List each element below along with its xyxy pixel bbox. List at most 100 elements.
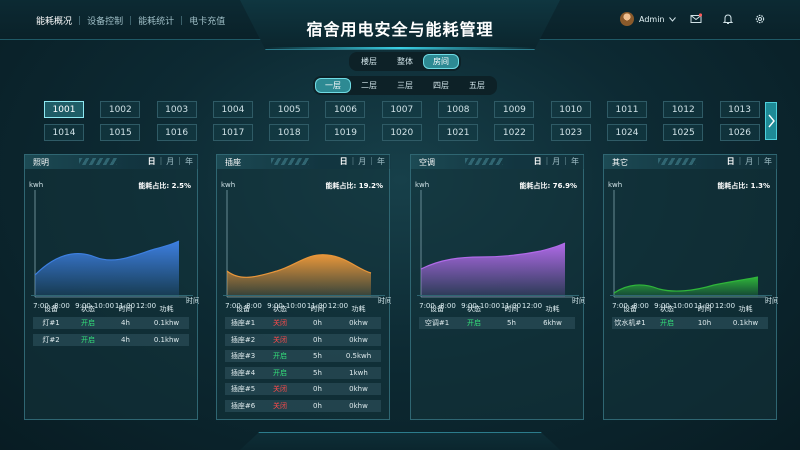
nav-item-overview[interactable]: 能耗概况 bbox=[36, 14, 78, 27]
room-button[interactable]: 1023 bbox=[550, 124, 591, 141]
period-separator: | bbox=[757, 156, 760, 165]
table-row: 插座#6 关闭 0h 0khw bbox=[225, 399, 381, 412]
period-month[interactable]: 月 bbox=[550, 156, 562, 167]
tab-whole[interactable]: 整体 bbox=[387, 54, 423, 69]
device-name: 插座#6 bbox=[230, 401, 256, 410]
tab-floor-5[interactable]: 五层 bbox=[459, 78, 495, 93]
main-nav: 能耗概况 | 设备控制 | 能耗统计 | 电卡充值 bbox=[36, 14, 231, 28]
next-rooms-button[interactable] bbox=[765, 102, 777, 140]
status-badge: 开启 bbox=[467, 319, 481, 327]
header-stripes bbox=[658, 158, 696, 165]
room-button[interactable]: 1002 bbox=[100, 101, 141, 118]
room-button[interactable]: 1006 bbox=[325, 101, 366, 118]
chevron-down-icon bbox=[668, 16, 676, 22]
duration-value: 0h bbox=[313, 401, 322, 410]
energy-panel: 其它 日 | 月 | 年 kwh 能耗占比: 1.3% 7:00 8:00 9:… bbox=[603, 154, 778, 420]
energy-area-chart: 7:00 8:00 9:00 10:00 11:00 12:00 时间 bbox=[33, 190, 199, 310]
room-button[interactable]: 1025 bbox=[663, 124, 704, 141]
nav-item-device-control[interactable]: 设备控制 bbox=[81, 14, 129, 27]
user-name: Admin bbox=[639, 14, 665, 24]
period-separator: | bbox=[564, 156, 567, 165]
avatar[interactable] bbox=[620, 12, 634, 26]
room-button[interactable]: 1004 bbox=[212, 101, 253, 118]
room-button[interactable]: 1007 bbox=[381, 101, 422, 118]
gear-icon[interactable] bbox=[754, 13, 766, 25]
room-button[interactable]: 1012 bbox=[663, 101, 704, 118]
period-year[interactable]: 年 bbox=[183, 156, 195, 167]
mail-icon[interactable] bbox=[690, 13, 702, 25]
room-button[interactable]: 1022 bbox=[494, 124, 535, 141]
room-button[interactable]: 1009 bbox=[494, 101, 535, 118]
period-day[interactable]: 日 bbox=[725, 156, 737, 167]
period-year[interactable]: 年 bbox=[375, 156, 387, 167]
period-year[interactable]: 年 bbox=[762, 156, 774, 167]
room-button[interactable]: 1003 bbox=[156, 101, 197, 118]
period-day[interactable]: 日 bbox=[532, 156, 544, 167]
floor-tabs: 一层 二层 三层 四层 五层 bbox=[313, 76, 497, 95]
period-month[interactable]: 月 bbox=[164, 156, 176, 167]
status-badge: 关闭 bbox=[273, 335, 287, 344]
room-button[interactable]: 1020 bbox=[381, 124, 422, 141]
room-button[interactable]: 1017 bbox=[212, 124, 253, 141]
power-value: 0.5kwh bbox=[345, 352, 372, 360]
power-value: 0khw bbox=[349, 401, 368, 410]
power-value: 0.1khw bbox=[153, 319, 180, 327]
tab-floor-3[interactable]: 三层 bbox=[387, 78, 423, 93]
duration-value: 0h bbox=[313, 385, 322, 393]
room-button[interactable]: 1001 bbox=[44, 101, 84, 118]
power-value: 0.1khw bbox=[732, 319, 759, 327]
chevron-right-icon bbox=[767, 114, 775, 128]
period-day[interactable]: 日 bbox=[338, 156, 350, 167]
duration-value: 0h bbox=[313, 335, 322, 344]
column-header: 状态 bbox=[273, 305, 287, 313]
room-button[interactable]: 1008 bbox=[438, 101, 479, 118]
room-button[interactable]: 1005 bbox=[269, 101, 310, 118]
tab-floor-2[interactable]: 二层 bbox=[351, 78, 387, 93]
period-day[interactable]: 日 bbox=[146, 156, 158, 167]
room-button[interactable]: 1011 bbox=[606, 101, 647, 118]
header-stripes bbox=[79, 158, 117, 165]
room-button[interactable]: 1019 bbox=[325, 124, 366, 141]
device-name: 灯#2 bbox=[42, 335, 60, 344]
period-year[interactable]: 年 bbox=[569, 156, 581, 167]
room-button[interactable]: 1010 bbox=[550, 101, 591, 118]
divider bbox=[610, 295, 772, 296]
column-header: 时间 bbox=[310, 305, 325, 313]
status-badge: 开启 bbox=[81, 319, 95, 327]
duration-value: 4h bbox=[121, 319, 130, 327]
user-menu[interactable]: Admin bbox=[620, 12, 676, 26]
header-stripes bbox=[465, 158, 503, 165]
nav-item-card-recharge[interactable]: 电卡充值 bbox=[183, 14, 231, 27]
period-month[interactable]: 月 bbox=[356, 156, 368, 167]
view-tabs: 楼层 整体 房间 bbox=[349, 52, 461, 71]
panel-title: 空调 bbox=[419, 158, 435, 167]
tab-floor-1[interactable]: 一层 bbox=[315, 78, 351, 93]
tab-floor-4[interactable]: 四层 bbox=[423, 78, 459, 93]
duration-value: 5h bbox=[313, 352, 322, 360]
room-button[interactable]: 1014 bbox=[44, 124, 84, 141]
table-row: 饮水机#1 开启 10h 0.1khw bbox=[612, 317, 768, 329]
duration-value: 0h bbox=[313, 319, 322, 327]
table-header: 设备 状态 时间 功耗 bbox=[419, 304, 575, 314]
nav-item-statistics[interactable]: 能耗统计 bbox=[132, 14, 180, 27]
period-separator: | bbox=[178, 156, 181, 165]
room-button[interactable]: 1018 bbox=[269, 124, 310, 141]
energy-area-chart: 7:00 8:00 9:00 10:00 11:00 12:00 时间 bbox=[225, 190, 391, 310]
room-button[interactable]: 1016 bbox=[156, 124, 197, 141]
room-button[interactable]: 1015 bbox=[100, 124, 141, 141]
period-month[interactable]: 月 bbox=[743, 156, 755, 167]
tab-floor[interactable]: 楼层 bbox=[351, 54, 387, 69]
room-button[interactable]: 1026 bbox=[719, 124, 760, 141]
bell-icon[interactable] bbox=[722, 13, 734, 25]
bottom-decoration bbox=[240, 432, 560, 450]
area-series bbox=[35, 241, 179, 297]
tab-room[interactable]: 房间 bbox=[423, 54, 459, 69]
room-button[interactable]: 1013 bbox=[719, 101, 760, 118]
period-switch: 日 | 月 | 年 bbox=[146, 156, 195, 167]
room-button[interactable]: 1024 bbox=[606, 124, 647, 141]
period-switch: 日 | 月 | 年 bbox=[338, 156, 387, 167]
table-header: 设备 状态 时间 功耗 bbox=[33, 304, 189, 314]
room-button[interactable]: 1021 bbox=[438, 124, 479, 141]
table-row: 插座#3 开启 5h 0.5kwh bbox=[225, 350, 381, 362]
status-badge: 开启 bbox=[660, 319, 674, 327]
